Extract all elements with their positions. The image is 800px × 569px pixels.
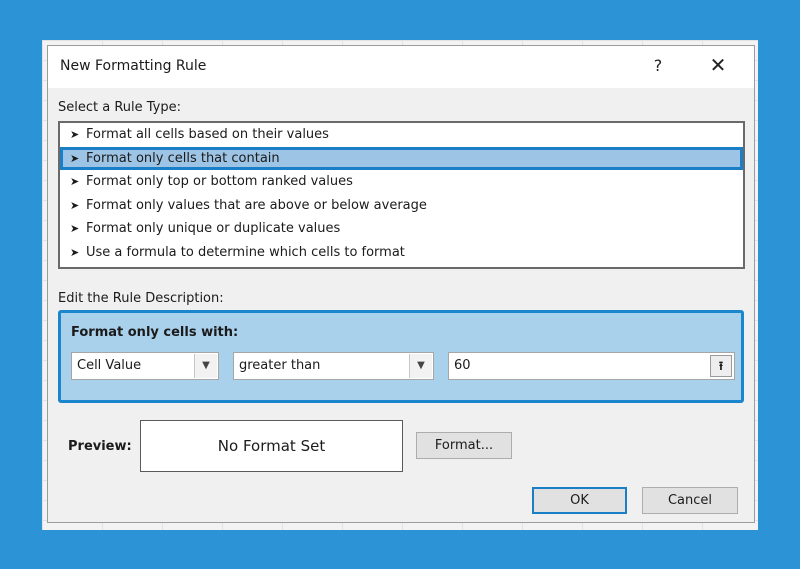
chevron-down-icon[interactable]: ▼ bbox=[409, 354, 432, 378]
preview-label: Preview: bbox=[68, 439, 132, 454]
arrow-right-icon: ➤ bbox=[70, 151, 80, 165]
close-button[interactable]: ✕ bbox=[706, 53, 730, 77]
arrow-right-icon: ➤ bbox=[70, 175, 80, 188]
rule-type-item-label: Use a formula to determine which cells t… bbox=[86, 244, 405, 260]
rule-type-label: Select a Rule Type: bbox=[58, 100, 182, 115]
dialog-titlebar: New Formatting Rule ? ✕ bbox=[48, 46, 754, 88]
value-input[interactable]: 60 ⭱ bbox=[448, 352, 735, 380]
rule-type-list[interactable]: ➤ Format all cells based on their values … bbox=[58, 121, 745, 269]
operator-value: greater than bbox=[239, 358, 321, 373]
arrow-right-icon: ➤ bbox=[70, 222, 80, 235]
value-input-text: 60 bbox=[454, 358, 471, 373]
rule-description-panel: Format only cells with: Cell Value ▼ gre… bbox=[58, 310, 744, 403]
preview-box: No Format Set bbox=[140, 420, 403, 472]
rule-type-item-label: Format only unique or duplicate values bbox=[86, 221, 341, 236]
arrow-right-icon: ➤ bbox=[70, 128, 80, 141]
rule-type-item-top-bottom[interactable]: ➤ Format only top or bottom ranked values bbox=[60, 170, 743, 194]
arrow-right-icon: ➤ bbox=[70, 245, 80, 259]
rule-type-item-all-cells[interactable]: ➤ Format all cells based on their values bbox=[60, 123, 743, 147]
condition-type-select[interactable]: Cell Value ▼ bbox=[71, 352, 219, 380]
rule-type-item-cells-that-contain[interactable]: ➤ Format only cells that contain bbox=[60, 146, 743, 170]
operator-select[interactable]: greater than ▼ bbox=[233, 352, 434, 380]
rule-type-item-label: Format all cells based on their values bbox=[86, 127, 329, 142]
preview-text: No Format Set bbox=[217, 437, 326, 455]
rule-type-item-label: Format only values that are above or bel… bbox=[86, 197, 427, 213]
rule-type-item-unique-duplicate[interactable]: ➤ Format only unique or duplicate values bbox=[60, 217, 743, 241]
new-formatting-rule-dialog: New Formatting Rule ? ✕ Select a Rule Ty… bbox=[47, 45, 755, 523]
rule-type-item-above-below-average[interactable]: ➤ Format only values that are above or be… bbox=[60, 194, 743, 218]
arrow-right-icon: ➤ bbox=[70, 198, 80, 212]
rule-description-label: Edit the Rule Description: bbox=[58, 291, 224, 306]
ok-button[interactable]: OK bbox=[532, 487, 627, 514]
dialog-title: New Formatting Rule bbox=[60, 58, 207, 74]
cancel-button[interactable]: Cancel bbox=[642, 487, 738, 514]
chevron-down-icon[interactable]: ▼ bbox=[194, 354, 217, 378]
rule-type-item-formula[interactable]: ➤ Use a formula to determine which cells … bbox=[60, 241, 743, 265]
description-box-title: Format only cells with: bbox=[71, 325, 239, 340]
rule-type-item-label: Format only cells that contain bbox=[86, 150, 280, 166]
collapse-range-icon[interactable]: ⭱ bbox=[710, 355, 732, 377]
rule-type-item-label: Format only top or bottom ranked values bbox=[86, 174, 353, 189]
format-button[interactable]: Format... bbox=[416, 432, 512, 459]
condition-type-value: Cell Value bbox=[77, 358, 142, 373]
help-button[interactable]: ? bbox=[648, 56, 668, 75]
